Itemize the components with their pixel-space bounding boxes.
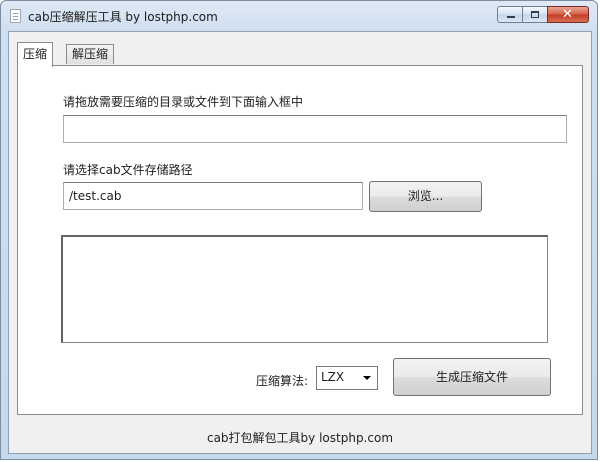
- dest-label: 请选择cab文件存储路径: [63, 163, 193, 177]
- app-window: cab压缩解压工具 by lostphp.com ✕ 压缩 解压缩 请拖放需要压…: [0, 0, 598, 460]
- minimize-button[interactable]: [497, 6, 523, 23]
- caption-buttons: ✕: [497, 6, 589, 25]
- source-path-input[interactable]: [63, 115, 567, 143]
- algorithm-value: LZX: [321, 370, 345, 384]
- close-icon: ✕: [562, 7, 573, 22]
- tab-compress[interactable]: 压缩: [17, 42, 54, 67]
- window-title: cab压缩解压工具 by lostphp.com: [28, 10, 218, 24]
- app-document-icon: [10, 9, 21, 23]
- compress-panel: 请拖放需要压缩的目录或文件到下面输入框中 请选择cab文件存储路径 浏览... …: [17, 65, 583, 415]
- footer-text: cab打包解包工具by lostphp.com: [206, 431, 394, 445]
- maximize-icon: [531, 11, 539, 18]
- tab-decompress[interactable]: 解压缩: [66, 44, 115, 64]
- maximize-button[interactable]: [522, 6, 548, 23]
- close-button[interactable]: ✕: [547, 6, 589, 23]
- minimize-icon: [507, 16, 515, 18]
- output-log-box[interactable]: [61, 235, 548, 343]
- source-label: 请拖放需要压缩的目录或文件到下面输入框中: [63, 95, 304, 109]
- browse-button[interactable]: 浏览...: [369, 181, 482, 212]
- generate-archive-button[interactable]: 生成压缩文件: [393, 358, 551, 396]
- client-area: 压缩 解压缩 请拖放需要压缩的目录或文件到下面输入框中 请选择cab文件存储路径…: [8, 31, 592, 454]
- title-bar[interactable]: cab压缩解压工具 by lostphp.com ✕: [1, 1, 597, 31]
- dest-path-input[interactable]: [63, 182, 363, 210]
- algorithm-label: 压缩算法:: [256, 374, 309, 388]
- dropdown-arrow-icon: [363, 376, 371, 380]
- algorithm-select[interactable]: LZX: [316, 366, 378, 390]
